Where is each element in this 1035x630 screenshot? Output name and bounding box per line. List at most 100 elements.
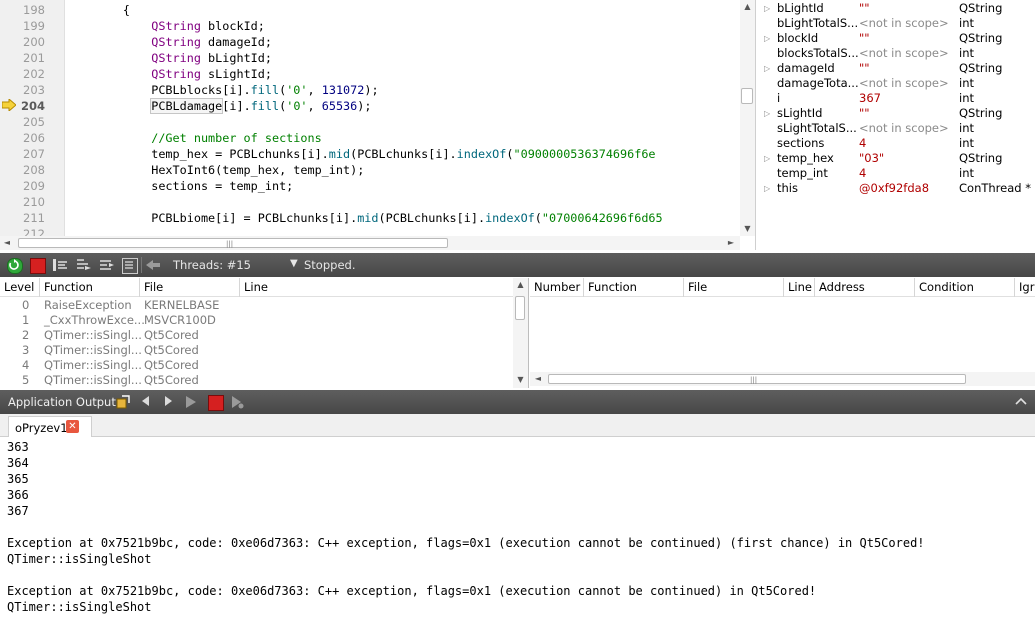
expand-arrow-icon[interactable]: ▷ bbox=[764, 1, 770, 16]
locals-row[interactable]: sLightTotalS... <not in scope> int bbox=[757, 121, 1035, 136]
code-line[interactable]: sections = temp_int; bbox=[66, 178, 293, 194]
previous-item-icon[interactable] bbox=[140, 395, 154, 409]
reattach-icon[interactable] bbox=[116, 395, 130, 409]
locals-row[interactable]: blocksTotalS... <not in scope> int bbox=[757, 46, 1035, 61]
locals-row[interactable]: temp_int 4 int bbox=[757, 166, 1035, 181]
line-number[interactable]: 199 bbox=[0, 18, 45, 34]
line-number[interactable]: 206 bbox=[0, 130, 45, 146]
breakpoints-view[interactable]: Number Function File Line Address Condit… bbox=[530, 278, 1035, 388]
step-over-icon[interactable] bbox=[53, 258, 67, 272]
code-line[interactable]: PCBLdamage[i].fill('0', 65536); bbox=[66, 98, 371, 114]
breakpoints-scroll-thumb[interactable]: ||| bbox=[548, 374, 966, 384]
scroll-left-icon[interactable]: ◄ bbox=[533, 374, 543, 384]
continue-icon[interactable] bbox=[7, 258, 23, 274]
code-editor[interactable]: 198 199 200 201 202 203 204 205 206 207 208 209 210 2… bbox=[0, 0, 756, 250]
column-address[interactable]: Address bbox=[815, 278, 915, 297]
locals-row[interactable]: ▷ temp_hex "03" QString bbox=[757, 151, 1035, 166]
line-number[interactable]: 198 bbox=[0, 2, 45, 18]
column-line[interactable]: Line bbox=[240, 278, 513, 297]
column-function[interactable]: Function bbox=[584, 278, 684, 297]
code-line[interactable]: HexToInt6(temp_hex, temp_int); bbox=[66, 162, 364, 178]
editor-horizontal-scroll-thumb[interactable]: ||| bbox=[18, 238, 448, 248]
column-ignore[interactable]: Igr bbox=[1015, 278, 1035, 297]
instruction-wise-icon[interactable] bbox=[122, 258, 138, 274]
column-file[interactable]: File bbox=[140, 278, 240, 297]
column-function[interactable]: Function bbox=[40, 278, 140, 297]
chevron-up-icon[interactable] bbox=[1014, 394, 1028, 408]
code-line[interactable]: temp_hex = PCBLchunks[i].mid(PCBLchunks[… bbox=[66, 146, 655, 162]
stack-view[interactable]: Level Function File Line 0 RaiseException… bbox=[0, 278, 529, 388]
close-icon[interactable]: ✕ bbox=[66, 420, 79, 433]
next-item-icon[interactable] bbox=[162, 395, 176, 409]
stack-row[interactable]: 4 QTimer::isSingl... Qt5Cored bbox=[0, 358, 513, 373]
line-number[interactable]: 203 bbox=[0, 82, 45, 98]
code-line[interactable]: QString sLightId; bbox=[66, 66, 272, 82]
stop-debugging-icon[interactable] bbox=[30, 258, 46, 274]
attach-debugger-icon[interactable] bbox=[230, 395, 244, 409]
locals-row[interactable]: sections 4 int bbox=[757, 136, 1035, 151]
line-number[interactable]: 200 bbox=[0, 34, 45, 50]
scroll-down-icon[interactable]: ▼ bbox=[740, 224, 755, 234]
column-level[interactable]: Level bbox=[0, 278, 40, 297]
code-line[interactable]: QString bLightId; bbox=[66, 50, 272, 66]
scroll-up-icon[interactable]: ▲ bbox=[740, 2, 755, 12]
line-number[interactable]: 201 bbox=[0, 50, 45, 66]
code-area[interactable]: { QString blockId; QString damageId; QSt… bbox=[66, 0, 740, 236]
scroll-up-icon[interactable]: ▲ bbox=[513, 280, 528, 290]
stack-row[interactable]: 1 _CxxThrowExce... MSVCR100D bbox=[0, 313, 513, 328]
run-icon[interactable] bbox=[184, 395, 198, 409]
line-number[interactable]: 207 bbox=[0, 146, 45, 162]
code-line[interactable]: { bbox=[66, 2, 130, 18]
editor-horizontal-scrollbar[interactable]: ◄ ||| ► bbox=[0, 236, 740, 250]
line-number[interactable]: 210 bbox=[0, 194, 45, 210]
code-line[interactable]: QString damageId; bbox=[66, 34, 272, 50]
column-number[interactable]: Number bbox=[530, 278, 584, 297]
expand-arrow-icon[interactable]: ▷ bbox=[764, 31, 770, 46]
locals-row[interactable]: damageTota... <not in scope> int bbox=[757, 76, 1035, 91]
line-number-gutter[interactable]: 198 199 200 201 202 203 204 205 206 207 208 209 210 2… bbox=[0, 0, 65, 236]
locals-row[interactable]: ▷ this @0xf92fda8 ConThread * bbox=[757, 181, 1035, 196]
locals-row[interactable]: i 367 int bbox=[757, 91, 1035, 106]
locals-row[interactable]: ▷ blockId "" QString bbox=[757, 31, 1035, 46]
line-number[interactable]: 202 bbox=[0, 66, 45, 82]
expand-arrow-icon[interactable]: ▷ bbox=[764, 151, 770, 166]
stack-row[interactable]: 2 QTimer::isSingl... Qt5Cored bbox=[0, 328, 513, 343]
stack-row[interactable]: 0 RaiseException KERNELBASE bbox=[0, 298, 513, 313]
output-pane-title[interactable]: Application Output bbox=[8, 395, 116, 409]
code-line[interactable]: PCBLbiome[i] = PCBLchunks[i].mid(PCBLchu… bbox=[66, 210, 662, 226]
line-number[interactable]: 211 bbox=[0, 210, 45, 226]
line-number[interactable]: 209 bbox=[0, 178, 45, 194]
stack-row[interactable]: 3 QTimer::isSingl... Qt5Cored bbox=[0, 343, 513, 358]
scroll-right-icon[interactable]: ► bbox=[726, 238, 736, 248]
locals-panel[interactable]: ▷ bLightId "" QString bLightTotalS... <not in… bbox=[757, 0, 1035, 250]
code-line[interactable]: //Get number of sections bbox=[66, 130, 321, 146]
locals-row[interactable]: ▷ bLightId "" QString bbox=[757, 1, 1035, 16]
code-line[interactable]: QString blockId; bbox=[66, 18, 265, 34]
editor-vertical-scroll-thumb[interactable] bbox=[741, 88, 753, 104]
code-line[interactable]: PCBLblocks[i].fill('0', 131072); bbox=[66, 82, 378, 98]
scroll-left-icon[interactable]: ◄ bbox=[2, 238, 12, 248]
locals-row[interactable]: ▷ damageId "" QString bbox=[757, 61, 1035, 76]
breakpoints-horizontal-scrollbar[interactable]: ◄ ||| bbox=[530, 372, 1035, 386]
stack-scroll-thumb[interactable] bbox=[515, 296, 525, 320]
expand-arrow-icon[interactable]: ▷ bbox=[764, 181, 770, 196]
expand-arrow-icon[interactable]: ▷ bbox=[764, 61, 770, 76]
locals-row[interactable]: bLightTotalS... <not in scope> int bbox=[757, 16, 1035, 31]
column-file[interactable]: File bbox=[684, 278, 784, 297]
stack-vertical-scrollbar[interactable]: ▲ ▼ bbox=[513, 278, 528, 388]
threads-value[interactable]: #15 bbox=[227, 258, 251, 272]
step-into-icon[interactable] bbox=[76, 258, 91, 272]
editor-vertical-scrollbar[interactable]: ▲ ▼ bbox=[740, 0, 755, 236]
expand-arrow-icon[interactable]: ▷ bbox=[764, 106, 770, 121]
stop-icon[interactable] bbox=[208, 395, 224, 411]
locals-row[interactable]: ▷ sLightId "" QString bbox=[757, 106, 1035, 121]
scroll-down-icon[interactable]: ▼ bbox=[513, 375, 528, 385]
line-number[interactable]: 205 bbox=[0, 114, 45, 130]
step-out-icon[interactable] bbox=[99, 258, 114, 272]
column-line[interactable]: Line bbox=[784, 278, 815, 297]
output-tab[interactable]: oPryzev1 ✕ bbox=[8, 416, 92, 438]
output-text-area[interactable]: 363 364 365 366 367 Exception at 0x7521b9bc, … bbox=[0, 437, 1035, 630]
line-number[interactable]: 208 bbox=[0, 162, 45, 178]
column-condition[interactable]: Condition bbox=[915, 278, 1015, 297]
chevron-down-icon[interactable]: ▼ bbox=[290, 258, 298, 269]
